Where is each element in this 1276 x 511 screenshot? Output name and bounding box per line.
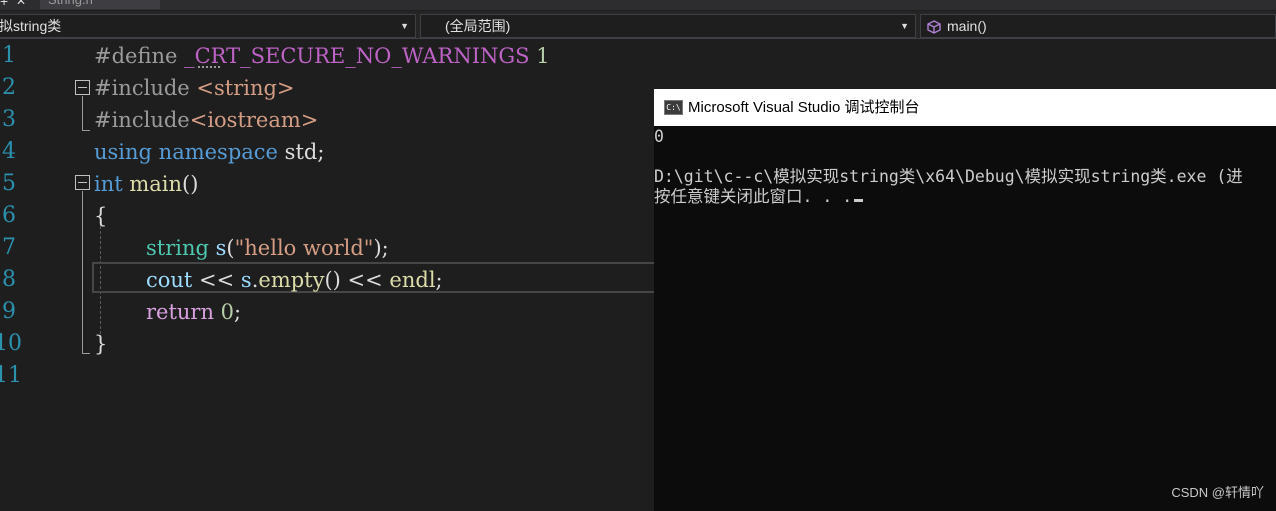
brace-token: } <box>94 332 108 356</box>
type-token: string <box>146 236 209 260</box>
code-line-8: cout << s.empty() << endl; <box>146 264 443 296</box>
variable-token: s <box>208 236 227 260</box>
code-line-3: #include<iostream> <box>94 104 318 136</box>
preprocessor-token: #include <box>94 76 197 100</box>
punctuation-token: () <box>182 172 199 196</box>
text-cursor <box>854 199 864 202</box>
function-token: empty <box>258 268 325 292</box>
code-line-10: } <box>94 328 107 360</box>
code-line-9: return 0; <box>146 296 241 328</box>
new-tab-icon[interactable]: + <box>0 0 10 8</box>
code-line-1: #define _CRT_SECURE_NO_WARNINGS 1 <box>94 40 550 72</box>
method-cube-icon <box>927 20 941 34</box>
number-token: 1 <box>529 44 550 68</box>
line-number: 4 <box>2 139 16 164</box>
console-output-line: D:\git\c--c\模拟实现string类\x64\Debug\模拟实现st… <box>654 167 1243 186</box>
variable-token: s <box>240 268 252 292</box>
fold-guide-end <box>82 353 90 354</box>
tab-string-h[interactable]: String.h <box>40 0 160 9</box>
code-line-5: int main() <box>94 168 198 200</box>
control-keyword-token: return <box>146 300 214 324</box>
header-token: <string> <box>196 76 295 100</box>
preprocessor-token: #define <box>94 44 185 68</box>
chevron-down-icon: ▼ <box>900 21 909 31</box>
line-number: 3 <box>2 107 16 132</box>
function-token: main <box>122 172 183 196</box>
macro-token: _CRT_SECURE_NO_WARNINGS <box>184 44 530 68</box>
project-scope-label: 拟string类 <box>0 18 62 34</box>
fold-guide <box>82 96 83 130</box>
line-number: 1 <box>2 43 16 68</box>
fold-guide <box>82 191 83 353</box>
punctuation-token: ; <box>435 268 443 292</box>
line-number: 11 <box>0 363 22 388</box>
variable-token: cout <box>146 268 193 292</box>
line-number: 10 <box>0 331 22 356</box>
project-scope-dropdown[interactable]: 拟string类 ▼ <box>0 14 416 38</box>
operator-token: << <box>192 268 241 292</box>
close-tab-icon[interactable]: ✕ <box>16 0 26 8</box>
code-line-4: using namespace std; <box>94 136 324 168</box>
keyword-token: using <box>94 140 152 164</box>
member-label: main() <box>947 18 987 34</box>
number-token: 0 <box>214 300 235 324</box>
member-dropdown[interactable]: main() <box>920 14 1276 38</box>
code-line-2: #include <string> <box>94 72 295 104</box>
punctuation-token: ); <box>373 236 389 260</box>
chevron-down-icon: ▼ <box>400 21 409 31</box>
navigation-bar: 拟string类 ▼ (全局范围) ▼ main() <box>0 11 1276 39</box>
header-token: <iostream> <box>189 108 319 132</box>
code-line-7: string s("hello world"); <box>146 232 389 264</box>
global-scope-label: (全局范围) <box>445 18 511 34</box>
suggestion-squiggle <box>198 64 220 68</box>
console-app-icon: C:\ <box>664 100 683 115</box>
string-token: "hello world" <box>234 236 374 260</box>
console-prompt-text: 按任意键关闭此窗口. . . <box>654 187 853 206</box>
line-number: 2 <box>2 75 16 100</box>
watermark: CSDN @轩情吖 <box>1171 485 1264 500</box>
collapse-region-icon[interactable] <box>75 80 90 95</box>
operator-token: () << <box>324 268 390 292</box>
line-number: 7 <box>2 235 16 260</box>
console-output-line: 0 <box>654 127 664 146</box>
keyword-token: int <box>94 172 123 196</box>
debug-console-window[interactable]: C:\ Microsoft Visual Studio 调试控制台 0 D:\g… <box>654 89 1276 511</box>
function-token: endl <box>389 268 436 292</box>
console-title-bar[interactable]: C:\ Microsoft Visual Studio 调试控制台 <box>654 89 1276 126</box>
keyword-token: namespace <box>152 140 278 164</box>
identifier-token: std; <box>278 140 325 164</box>
preprocessor-token: #include <box>94 108 190 132</box>
console-title: Microsoft Visual Studio 调试控制台 <box>688 99 920 116</box>
console-output-line: 按任意键关闭此窗口. . . <box>654 187 864 207</box>
punctuation-token: ( <box>226 236 235 260</box>
document-tab-strip: + ✕ String.h <box>0 0 1276 10</box>
fold-guide-end <box>82 130 90 131</box>
line-number: 6 <box>2 203 16 228</box>
code-line-6: { <box>94 200 107 232</box>
collapse-function-icon[interactable] <box>75 175 90 190</box>
punctuation-token: ; <box>234 300 242 324</box>
brace-token: { <box>94 204 108 228</box>
line-number: 9 <box>2 299 16 324</box>
line-number: 8 <box>2 267 16 292</box>
line-number: 5 <box>2 171 16 196</box>
global-scope-dropdown[interactable]: (全局范围) ▼ <box>420 14 916 38</box>
